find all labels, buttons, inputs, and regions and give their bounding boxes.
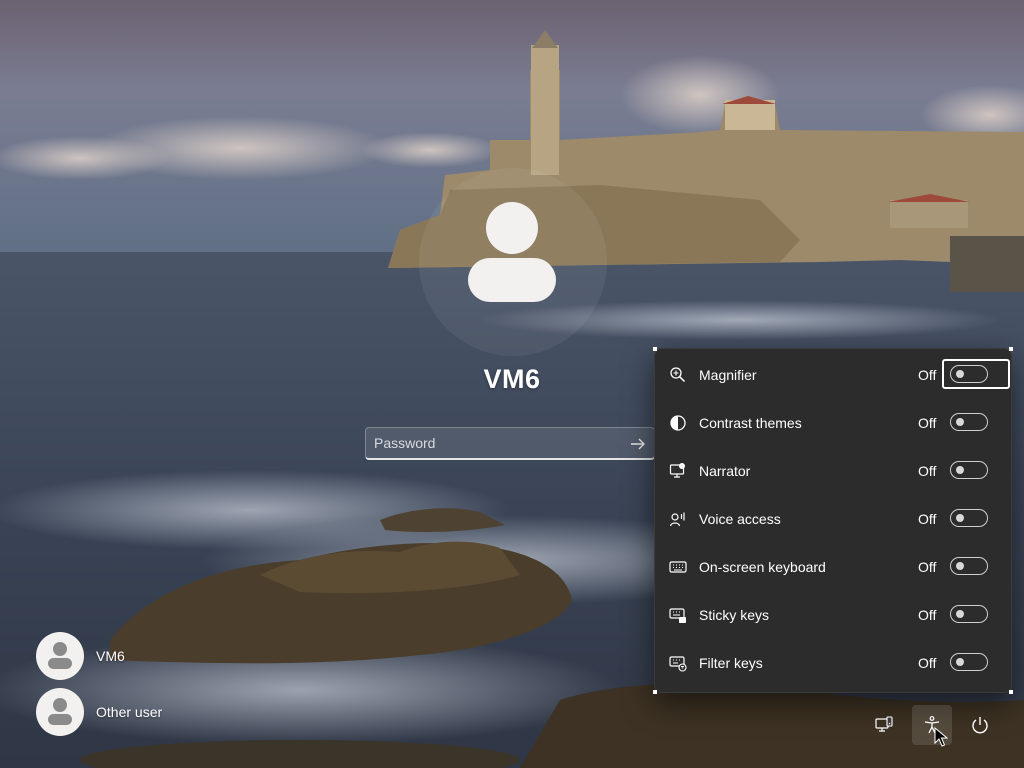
user-avatar: [36, 632, 84, 680]
sticky-keys-icon: [669, 606, 687, 624]
a11y-item-label: Filter keys: [699, 655, 763, 671]
a11y-item-sticky-keys[interactable]: Sticky keys Off: [655, 591, 1011, 639]
a11y-item-state: Off: [918, 607, 937, 623]
a11y-item-contrast-themes[interactable]: Contrast themes Off: [655, 399, 1011, 447]
mouse-cursor-icon: [934, 727, 948, 747]
a11y-item-state: Off: [918, 511, 937, 527]
voice-access-toggle[interactable]: [950, 509, 988, 527]
a11y-item-label: Voice access: [699, 511, 781, 527]
magnifier-toggle[interactable]: [950, 365, 988, 383]
a11y-item-label: On-screen keyboard: [699, 559, 826, 575]
a11y-item-state: Off: [918, 463, 937, 479]
a11y-item-on-screen-keyboard[interactable]: On-screen keyboard Off: [655, 543, 1011, 591]
a11y-item-magnifier[interactable]: Magnifier Off: [655, 351, 1011, 399]
a11y-item-filter-keys[interactable]: Filter keys Off: [655, 639, 1011, 687]
login-username: VM6: [483, 364, 541, 394]
narrator-icon: [669, 462, 687, 480]
avatar-head: [53, 642, 67, 656]
user-list-item-vm6[interactable]: VM6: [36, 632, 236, 680]
a11y-item-state: Off: [918, 415, 937, 431]
toggle-knob: [956, 561, 964, 570]
on-screen-keyboard-toggle[interactable]: [950, 557, 988, 575]
magnifier-icon: [669, 366, 687, 384]
a11y-item-label: Sticky keys: [699, 607, 770, 623]
contrast-icon: [669, 414, 687, 432]
a11y-item-label: Contrast themes: [699, 415, 802, 431]
power-button[interactable]: [960, 705, 1000, 745]
filter-keys-icon: [669, 654, 687, 672]
focus-corner: [1009, 690, 1013, 694]
submit-arrow-icon[interactable]: [628, 434, 648, 454]
contrast-themes-toggle[interactable]: [950, 413, 988, 431]
avatar-torso: [48, 658, 72, 669]
network-button[interactable]: [864, 705, 904, 745]
avatar-head: [53, 698, 67, 712]
avatar-head: [486, 202, 538, 254]
toggle-knob: [956, 609, 964, 618]
a11y-item-voice-access[interactable]: Voice access Off: [655, 495, 1011, 543]
accessibility-flyout: Magnifier Off Contrast themes Off Narrat…: [653, 347, 1013, 694]
power-icon: [972, 717, 988, 734]
user-avatar: [36, 688, 84, 736]
a11y-item-label: Narrator: [699, 463, 751, 479]
a11y-item-state: Off: [918, 655, 937, 671]
password-input[interactable]: [366, 428, 624, 458]
sticky-keys-toggle[interactable]: [950, 605, 988, 623]
a11y-item-state: Off: [918, 367, 937, 383]
voice-access-icon: [669, 510, 687, 528]
toggle-knob: [956, 417, 964, 426]
avatar-torso: [48, 714, 72, 725]
filter-keys-toggle[interactable]: [950, 653, 988, 671]
focus-corner: [653, 690, 657, 694]
a11y-item-narrator[interactable]: Narrator Off: [655, 447, 1011, 495]
toggle-knob: [956, 657, 964, 666]
keyboard-icon: [669, 558, 687, 576]
toggle-knob: [956, 513, 964, 522]
a11y-item-label: Magnifier: [699, 367, 757, 383]
user-name: VM6: [96, 648, 125, 664]
avatar-torso: [468, 258, 556, 302]
a11y-item-state: Off: [918, 559, 937, 575]
user-avatar-large: [419, 168, 607, 356]
password-field-container[interactable]: [365, 427, 655, 460]
narrator-toggle[interactable]: [950, 461, 988, 479]
network-icon: [875, 716, 893, 732]
toggle-knob: [956, 465, 964, 474]
user-name: Other user: [96, 704, 163, 720]
toggle-knob: [956, 369, 964, 378]
user-list-item-other-user[interactable]: Other user: [36, 688, 236, 736]
